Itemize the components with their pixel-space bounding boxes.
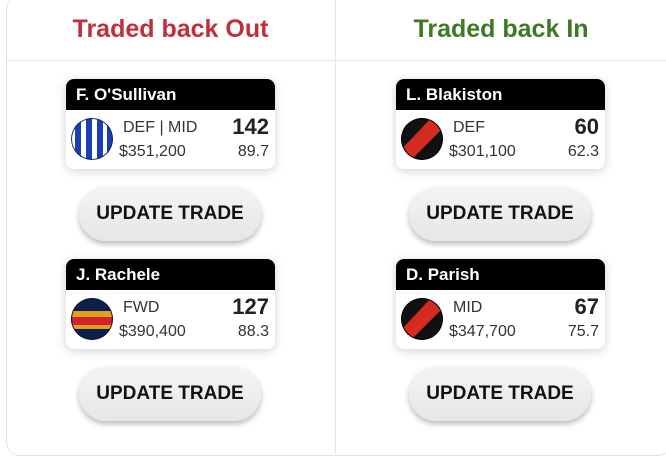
black-red-sash-guernsey-icon bbox=[401, 298, 443, 340]
player-card[interactable]: D. Parish MID $347,700 67 75.7 bbox=[396, 259, 605, 349]
player-position: FWD bbox=[123, 299, 160, 316]
traded-out-title: Traded back Out bbox=[72, 15, 269, 43]
player-price: $301,100 bbox=[449, 143, 516, 160]
player-score: 67 bbox=[574, 294, 599, 319]
update-trade-button[interactable]: UPDATE TRADE bbox=[409, 187, 591, 241]
player-price: $347,700 bbox=[449, 323, 516, 340]
traded-in-title: Traded back In bbox=[413, 15, 589, 43]
update-trade-button[interactable]: UPDATE TRADE bbox=[79, 367, 261, 421]
update-trade-button[interactable]: UPDATE TRADE bbox=[79, 187, 261, 241]
player-name: L. Blakiston bbox=[396, 79, 605, 110]
player-card[interactable]: J. Rachele FWD $390,400 127 88.3 bbox=[66, 259, 275, 349]
blue-white-striped-guernsey-icon bbox=[71, 118, 113, 160]
player-average: 88.3 bbox=[237, 323, 269, 340]
player-card[interactable]: F. O'Sullivan DEF | MID $351,200 142 89.… bbox=[66, 79, 275, 169]
player-score: 142 bbox=[232, 114, 269, 139]
player-score: 127 bbox=[232, 294, 269, 319]
player-price: $351,200 bbox=[119, 143, 186, 160]
player-price: $390,400 bbox=[119, 323, 186, 340]
player-average: 89.7 bbox=[237, 143, 269, 160]
player-card[interactable]: L. Blakiston DEF $301,100 60 62.3 bbox=[396, 79, 605, 169]
navy-red-gold-hooped-guernsey-icon bbox=[71, 298, 113, 340]
player-name: F. O'Sullivan bbox=[66, 79, 275, 110]
player-position: MID bbox=[453, 299, 483, 316]
player-average: 75.7 bbox=[567, 323, 599, 340]
column-divider bbox=[335, 0, 336, 454]
black-red-sash-guernsey-icon bbox=[401, 118, 443, 160]
player-score: 60 bbox=[574, 114, 599, 139]
player-position: DEF | MID bbox=[123, 119, 198, 136]
header-divider bbox=[6, 60, 666, 61]
player-average: 62.3 bbox=[567, 143, 599, 160]
player-name: J. Rachele bbox=[66, 259, 275, 290]
player-name: D. Parish bbox=[396, 259, 605, 290]
player-position: DEF bbox=[453, 119, 485, 136]
update-trade-button[interactable]: UPDATE TRADE bbox=[409, 367, 591, 421]
